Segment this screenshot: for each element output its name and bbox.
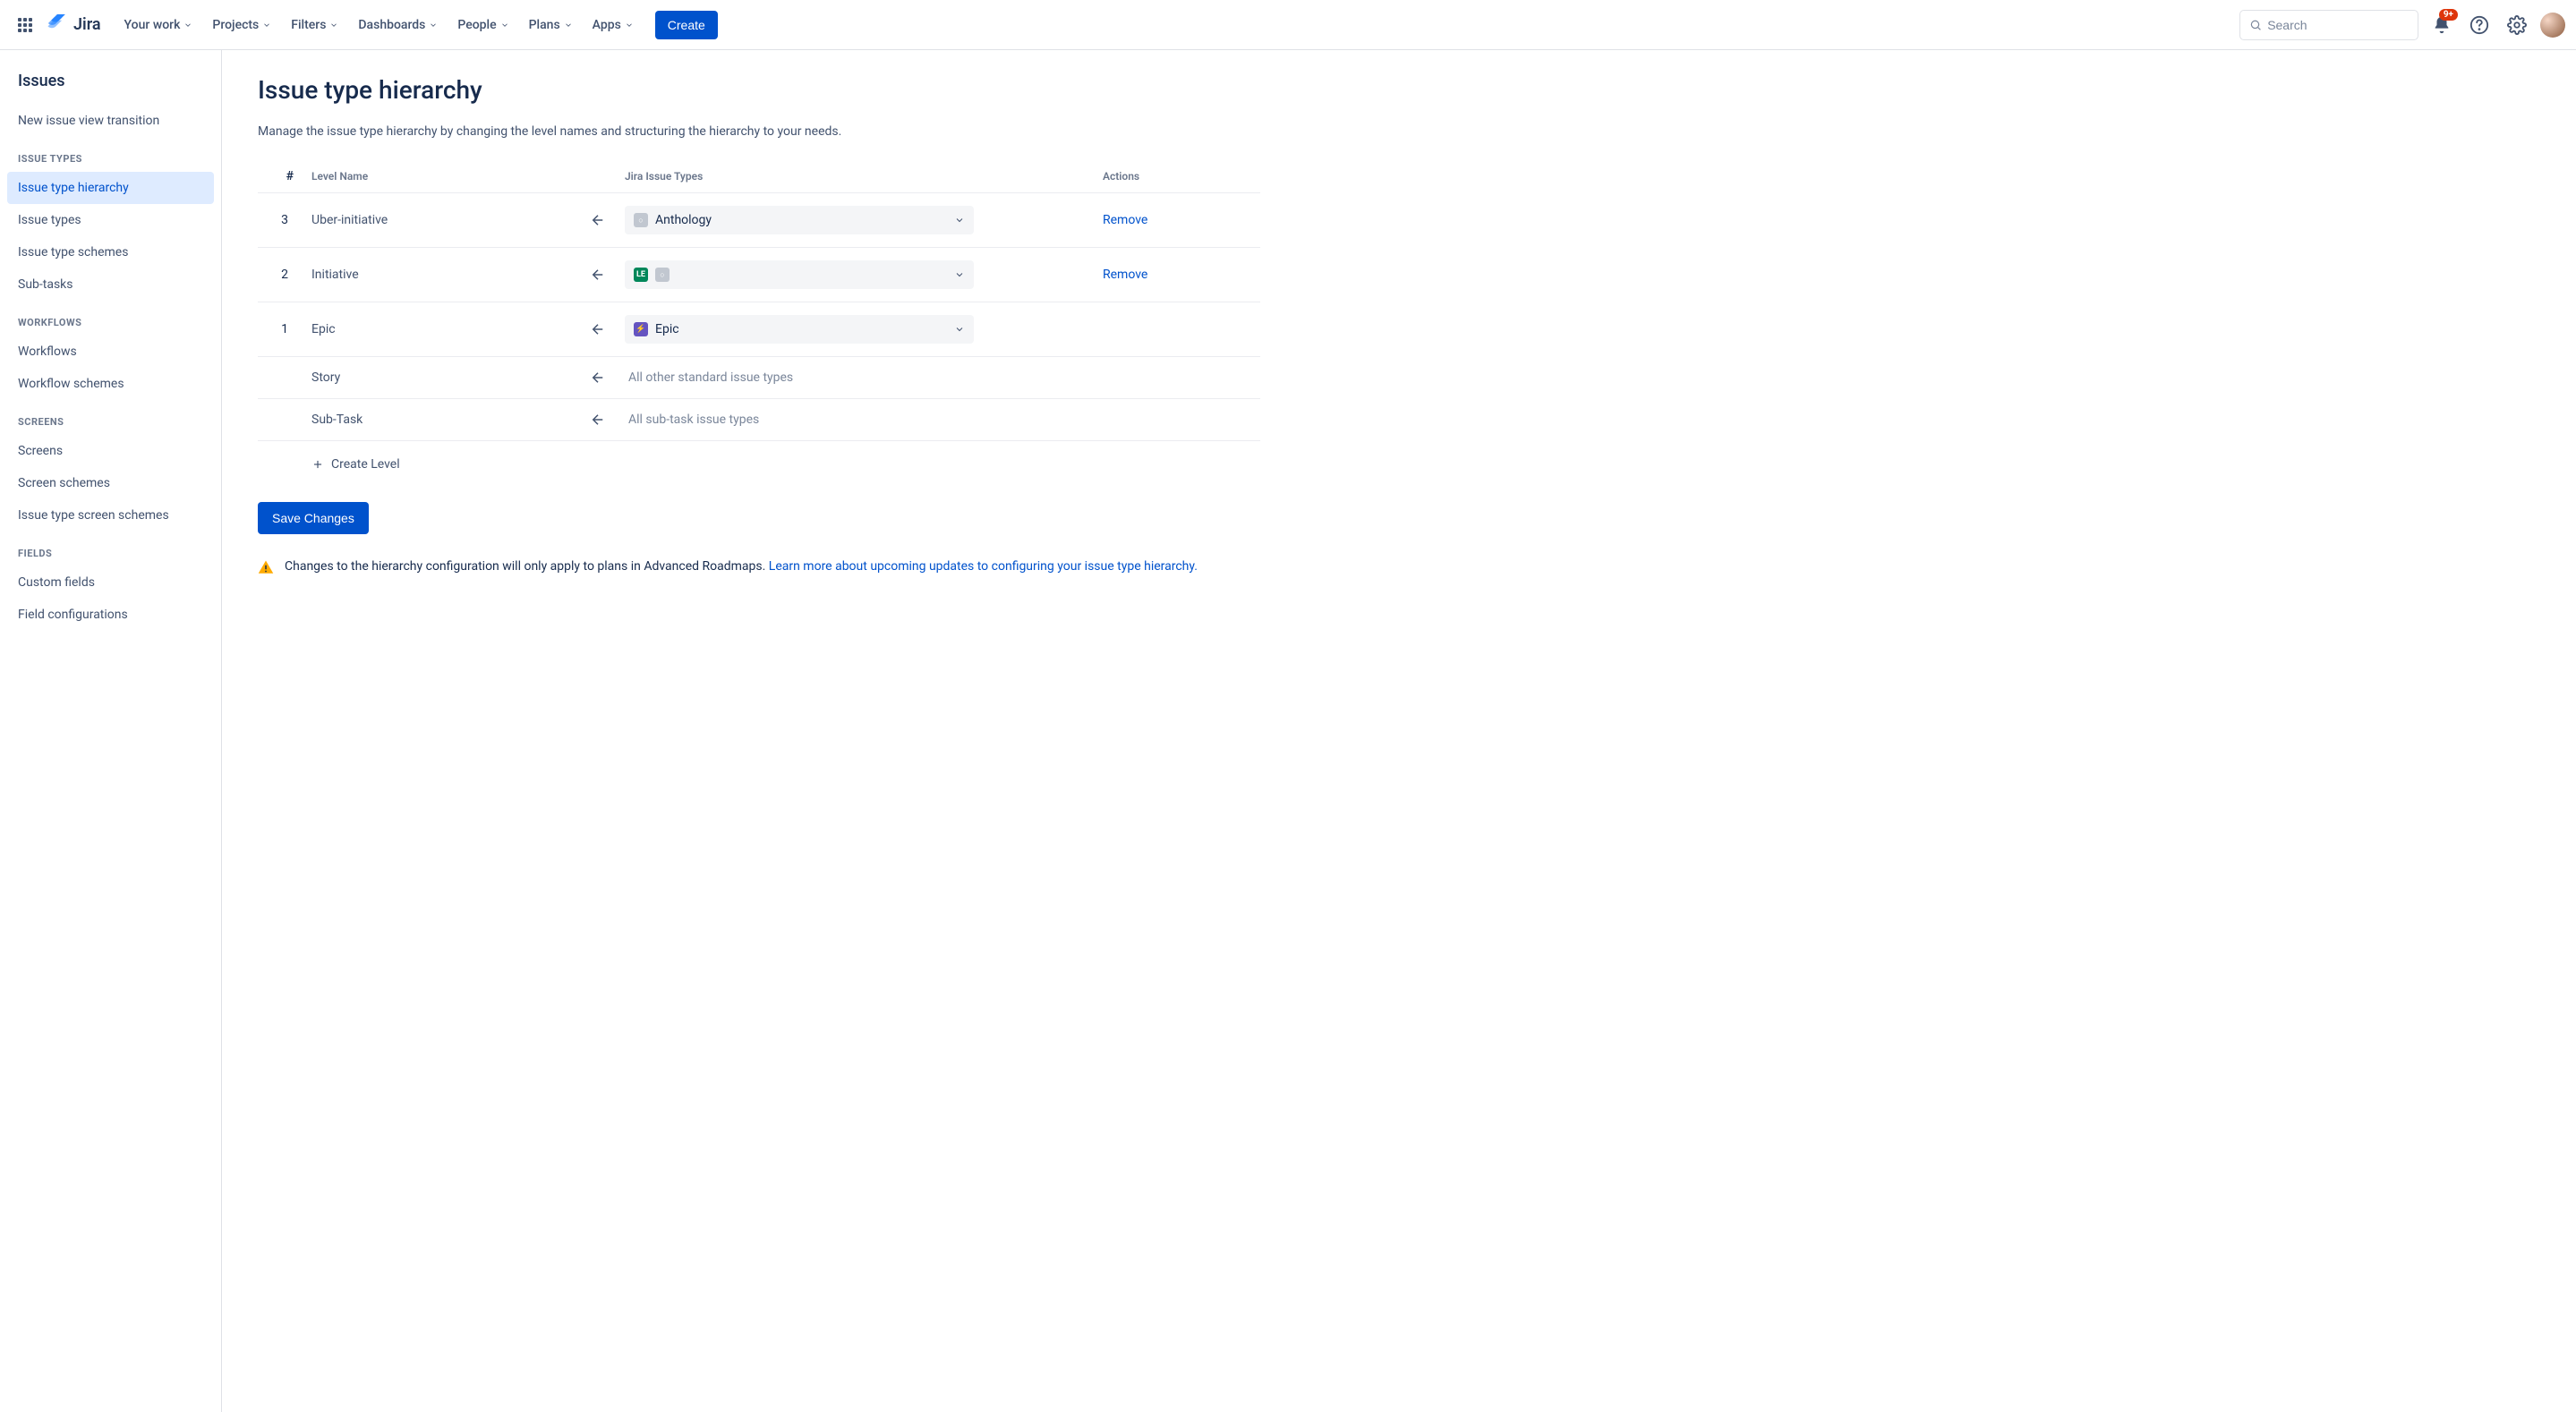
arrow-left-icon — [571, 370, 625, 386]
banner-link[interactable]: Learn more about upcoming updates to con… — [769, 559, 1198, 574]
sidebar-link-issue-type-screen-schemes[interactable]: Issue type screen schemes — [7, 499, 214, 532]
jira-logo[interactable]: Jira — [47, 14, 101, 36]
hierarchy-table: # Level Name Jira Issue Types Actions 3U… — [258, 160, 1260, 441]
level-name: Initiative — [311, 268, 571, 282]
table-row: 1Epic⚡Epic — [258, 302, 1260, 357]
sidebar-link-issue-type-schemes[interactable]: Issue type schemes — [7, 236, 214, 268]
banner-text: Changes to the hierarchy configuration w… — [285, 559, 769, 574]
sidebar-section-heading: FIELDS — [7, 532, 214, 566]
issue-type-icon: ⚡ — [634, 322, 648, 336]
issue-type-static: All sub-task issue types — [625, 413, 759, 427]
save-changes-button[interactable]: Save Changes — [258, 502, 369, 534]
chevron-down-icon — [954, 269, 965, 280]
nav-item-apps[interactable]: Apps — [584, 13, 643, 38]
sidebar-link-new-issue-view[interactable]: New issue view transition — [7, 105, 214, 137]
sidebar-link-screen-schemes[interactable]: Screen schemes — [7, 467, 214, 499]
search-box[interactable] — [2239, 10, 2418, 40]
level-name: Uber-initiative — [311, 213, 571, 227]
help-button[interactable] — [2465, 11, 2494, 39]
issue-type-icon: LE — [634, 268, 648, 282]
notifications-button[interactable]: 9+ — [2427, 11, 2456, 39]
table-row: 3Uber-initiative ○ Anthology Remove — [258, 193, 1260, 248]
page-description: Manage the issue type hierarchy by chang… — [258, 124, 1260, 139]
notification-badge: 9+ — [2439, 9, 2458, 21]
col-level-name: Level Name — [311, 170, 571, 183]
gear-icon — [2507, 15, 2527, 35]
row-number: 1 — [258, 322, 311, 336]
table-row: Story All other standard issue types — [258, 357, 1260, 399]
sidebar-title: Issues — [7, 72, 214, 105]
sidebar-section-heading: SCREENS — [7, 400, 214, 435]
help-icon — [2469, 15, 2489, 35]
row-number: 2 — [258, 268, 311, 282]
nav-item-your-work[interactable]: Your work — [115, 13, 202, 38]
issue-type-select[interactable]: ⚡ Epic — [625, 315, 974, 344]
user-avatar[interactable] — [2540, 13, 2565, 38]
level-name: Epic — [311, 322, 571, 336]
col-issue-types: Jira Issue Types — [625, 170, 1081, 183]
create-button[interactable]: Create — [655, 11, 718, 39]
table-row: 2Initiative LE ○ Remove — [258, 248, 1260, 302]
sidebar-link-field-configurations[interactable]: Field configurations — [7, 599, 214, 631]
table-row: Sub-Task All sub-task issue types — [258, 399, 1260, 441]
info-banner: Changes to the hierarchy configuration w… — [258, 559, 1260, 575]
arrow-left-icon — [571, 267, 625, 283]
plus-icon — [311, 458, 324, 471]
sidebar-link-issue-type-hierarchy[interactable]: Issue type hierarchy — [7, 172, 214, 204]
table-header: # Level Name Jira Issue Types Actions — [258, 160, 1260, 193]
page-title: Issue type hierarchy — [258, 75, 1260, 105]
warning-icon — [258, 559, 274, 575]
search-input[interactable] — [2267, 18, 2409, 32]
nav-item-dashboards[interactable]: Dashboards — [349, 13, 447, 38]
settings-button[interactable] — [2503, 11, 2531, 39]
chevron-down-icon — [954, 215, 965, 225]
jira-logo-icon — [47, 14, 68, 36]
sidebar-link-screens[interactable]: Screens — [7, 435, 214, 467]
issue-type-select[interactable]: LE ○ — [625, 260, 974, 289]
top-navigation: Jira Your workProjectsFiltersDashboardsP… — [0, 0, 2576, 50]
issue-type-select[interactable]: ○ Anthology — [625, 206, 974, 234]
chevron-down-icon — [625, 21, 634, 30]
col-number: # — [258, 169, 311, 183]
product-name: Jira — [73, 15, 101, 34]
arrow-left-icon — [571, 321, 625, 337]
nav-item-plans[interactable]: Plans — [520, 13, 582, 38]
nav-item-filters[interactable]: Filters — [282, 13, 347, 38]
arrow-left-icon — [571, 212, 625, 228]
sidebar-link-sub-tasks[interactable]: Sub-tasks — [7, 268, 214, 301]
chevron-down-icon — [954, 324, 965, 335]
app-switcher-icon[interactable] — [11, 11, 39, 39]
create-level-label: Create Level — [331, 457, 400, 472]
chevron-down-icon — [262, 21, 271, 30]
chevron-down-icon — [564, 21, 573, 30]
create-level-button[interactable]: Create Level — [258, 441, 1260, 488]
issue-type-icon: ○ — [655, 268, 670, 282]
issue-type-icon: ○ — [634, 213, 648, 227]
sidebar-link-custom-fields[interactable]: Custom fields — [7, 566, 214, 599]
main-content: Issue type hierarchy Manage the issue ty… — [222, 50, 1296, 1412]
sidebar-link-workflow-schemes[interactable]: Workflow schemes — [7, 368, 214, 400]
level-name: Story — [311, 370, 571, 385]
search-icon — [2249, 18, 2262, 32]
sidebar-link-workflows[interactable]: Workflows — [7, 336, 214, 368]
arrow-left-icon — [571, 412, 625, 428]
sidebar-link-issue-types[interactable]: Issue types — [7, 204, 214, 236]
nav-item-projects[interactable]: Projects — [203, 13, 280, 38]
row-number: 3 — [258, 213, 311, 227]
level-name: Sub-Task — [311, 413, 571, 427]
select-label: Epic — [655, 322, 679, 336]
chevron-down-icon — [429, 21, 438, 30]
issue-type-static: All other standard issue types — [625, 370, 793, 385]
chevron-down-icon — [329, 21, 338, 30]
nav-item-people[interactable]: People — [448, 13, 517, 38]
sidebar-section-heading: ISSUE TYPES — [7, 137, 214, 172]
remove-link[interactable]: Remove — [1103, 213, 1147, 227]
chevron-down-icon — [500, 21, 509, 30]
remove-link[interactable]: Remove — [1103, 268, 1147, 282]
chevron-down-icon — [183, 21, 192, 30]
sidebar-section-heading: WORKFLOWS — [7, 301, 214, 336]
col-actions: Actions — [1081, 170, 1260, 183]
select-label: Anthology — [655, 213, 712, 227]
sidebar: Issues New issue view transition ISSUE T… — [0, 50, 222, 1412]
